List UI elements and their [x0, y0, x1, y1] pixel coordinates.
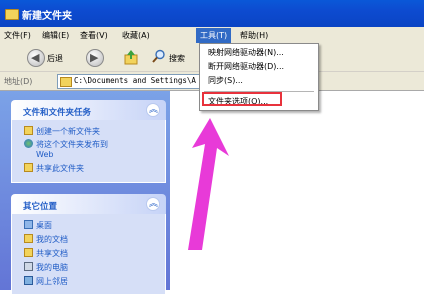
folder-icon	[5, 9, 19, 20]
menu-help[interactable]: 帮助(H)	[240, 30, 268, 41]
computer-icon	[24, 262, 33, 271]
address-value: C:\Documents and Settings\A	[74, 76, 196, 85]
menu-item-disconnect-drive[interactable]: 断开网络驱动器(D)...	[208, 61, 284, 72]
place-my-documents[interactable]: 我的文档	[24, 234, 68, 245]
place-shared-documents[interactable]: 共享文档	[24, 248, 68, 259]
menu-item-map-drive[interactable]: 映射网络驱动器(N)...	[208, 47, 284, 58]
desktop-icon	[24, 220, 33, 229]
task-pane: 文件和文件夹任务 ︽ 创建一个新文件夹 将这个文件夹发布到 Web 共享此文件夹…	[0, 91, 170, 295]
address-label: 地址(D)	[4, 77, 33, 86]
globe-icon	[24, 139, 33, 148]
place-desktop[interactable]: 桌面	[24, 220, 52, 231]
tasks-panel-title: 文件和文件夹任务	[23, 108, 92, 118]
share-folder-icon	[24, 163, 33, 172]
shared-folder-icon	[24, 248, 33, 257]
places-panel-header[interactable]: 其它位置 ︽	[11, 194, 166, 214]
back-label: 后退	[47, 54, 63, 63]
tasks-panel-header[interactable]: 文件和文件夹任务 ︽	[11, 100, 166, 120]
forward-arrow-icon: ▶	[90, 51, 99, 64]
task-share-folder[interactable]: 共享此文件夹	[24, 163, 84, 174]
menu-tools[interactable]: 工具(T)	[196, 28, 232, 43]
menu-favorites[interactable]: 收藏(A)	[122, 30, 150, 41]
pointer-arrow-annotation	[188, 118, 229, 250]
search-icon[interactable]	[152, 49, 166, 63]
folder-icon	[60, 77, 72, 87]
new-folder-icon	[24, 126, 33, 135]
places-panel: 其它位置 ︽ 桌面 我的文档 共享文档 我的电脑 网上邻居	[11, 194, 166, 295]
up-folder-icon[interactable]	[124, 49, 138, 65]
menu-edit[interactable]: 编辑(E)	[42, 30, 69, 41]
place-my-computer[interactable]: 我的电脑	[24, 262, 68, 273]
tasks-panel-body: 创建一个新文件夹 将这个文件夹发布到 Web 共享此文件夹	[11, 120, 166, 183]
collapse-icon[interactable]: ︽	[146, 197, 160, 211]
menu-view[interactable]: 查看(V)	[80, 30, 108, 41]
window-title: 新建文件夹	[22, 11, 72, 22]
menu-file[interactable]: 文件(F)	[4, 30, 31, 41]
back-button[interactable]: ◀	[27, 49, 45, 67]
menu-item-sync[interactable]: 同步(S)...	[208, 75, 243, 86]
task-new-folder[interactable]: 创建一个新文件夹	[24, 126, 100, 137]
places-panel-body: 桌面 我的文档 共享文档 我的电脑 网上邻居	[11, 214, 166, 295]
network-icon	[24, 276, 33, 285]
tasks-panel: 文件和文件夹任务 ︽ 创建一个新文件夹 将这个文件夹发布到 Web 共享此文件夹	[11, 100, 166, 183]
back-arrow-icon: ◀	[31, 51, 40, 64]
documents-icon	[24, 234, 33, 243]
place-network[interactable]: 网上邻居	[24, 276, 68, 287]
collapse-icon[interactable]: ︽	[146, 103, 160, 117]
search-label[interactable]: 搜索	[169, 53, 185, 64]
places-panel-title: 其它位置	[23, 202, 58, 212]
forward-button[interactable]: ▶	[86, 49, 104, 67]
title-bar: 新建文件夹	[0, 0, 424, 27]
task-publish-web-cont[interactable]: Web	[36, 150, 53, 159]
task-publish-web[interactable]: 将这个文件夹发布到	[24, 139, 108, 150]
